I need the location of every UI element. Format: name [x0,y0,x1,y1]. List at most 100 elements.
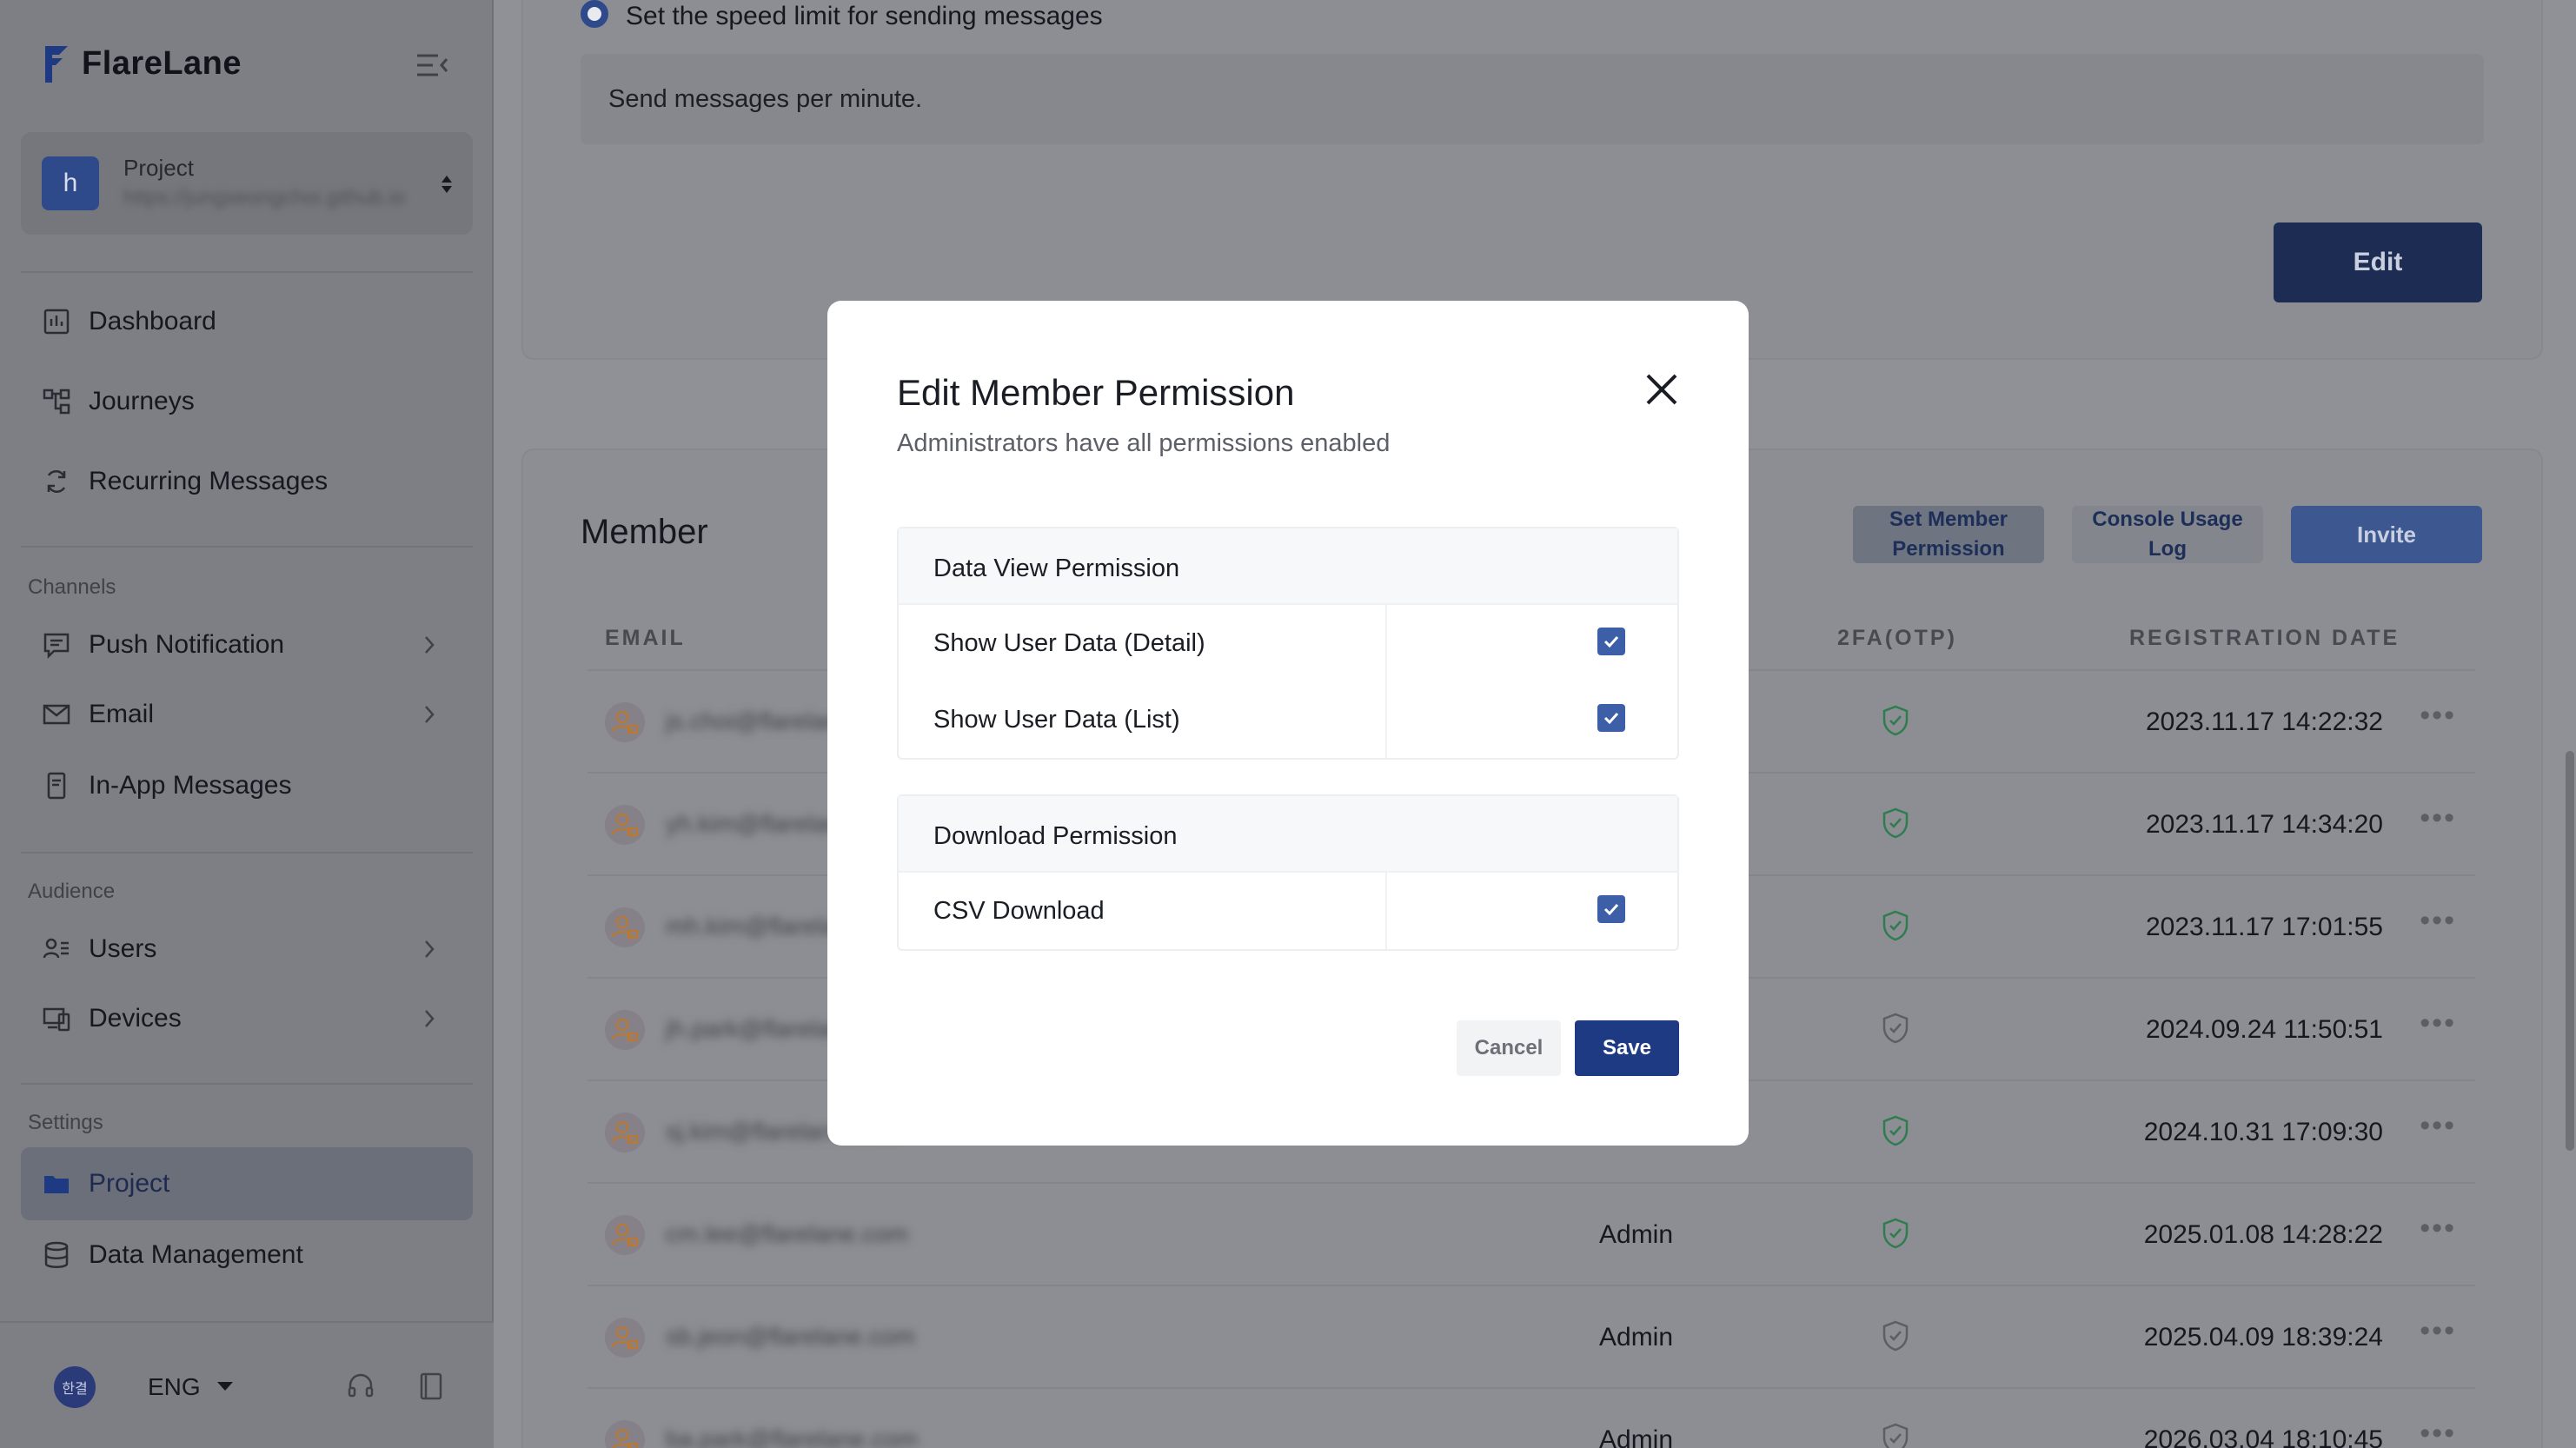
invite-button[interactable]: Invite [2291,506,2482,563]
headset-icon[interactable] [346,1372,375,1401]
column-separator [1385,681,1387,758]
column-header-registration-date: REGISTRATION DATE [2129,626,2400,650]
permission-label: CSV Download [933,897,1105,925]
sidebar-item-label: Recurring Messages [89,467,329,495]
sort-arrows-icon [442,176,452,193]
sidebar-item-label: Push Notification [89,630,285,659]
otp-shield-icon [1882,1013,1909,1044]
sidebar-item-users[interactable]: Users [21,914,473,984]
registration-date: 2023.11.17 14:34:20 [2145,810,2383,839]
user-lock-icon [605,805,645,845]
database-icon [44,1241,69,1268]
modal-title: Edit Member Permission [897,372,1295,413]
permission-row-list: Show User Data (List) [899,681,1677,758]
flarelane-logo-icon [45,45,68,83]
folder-icon [44,1176,69,1193]
show-detail-checkbox[interactable] [1597,628,1625,655]
caret-down-icon[interactable] [217,1382,233,1391]
otp-shield-icon [1882,910,1909,941]
document-icon[interactable] [415,1372,445,1401]
collapse-sidebar-icon[interactable] [415,52,450,78]
sidebar: FlareLane h Project https://jungseongcho… [0,0,494,1448]
divider [21,1083,473,1085]
download-permission-group: Download Permission CSV Download [897,794,1679,951]
project-url: https://jungseongchoi.github.io [123,186,406,209]
language-selector[interactable]: ENG [148,1373,201,1401]
set-member-permission-button[interactable]: Set Member Permission [1853,506,2044,563]
sidebar-item-recurring-messages[interactable]: Recurring Messages [21,447,473,516]
console-usage-log-button[interactable]: Console Usage Log [2072,506,2263,563]
user-lock-icon [605,1318,645,1358]
speed-limit-radio[interactable] [581,0,608,28]
more-options-icon[interactable]: ••• [2420,1109,2456,1143]
edit-button[interactable]: Edit [2274,223,2482,302]
cancel-button[interactable]: Cancel [1457,1020,1561,1076]
member-role: Admin [1599,1323,1674,1352]
speed-limit-input[interactable]: Send messages per minute. [581,54,2484,144]
column-separator [1385,605,1387,681]
sidebar-item-in-app-messages[interactable]: In-App Messages [21,751,473,820]
permission-label: Show User Data (Detail) [933,629,1205,657]
table-row[interactable]: cm.lee@flarelane.com Admin 2025.01.08 14:2… [588,1184,2475,1286]
otp-shield-icon [1882,1320,1909,1352]
otp-shield-icon [1882,1115,1909,1146]
member-email: ba.park@flarelane.com [666,1425,918,1448]
permission-label: Show User Data (List) [933,706,1180,734]
section-label-settings: Settings [28,1111,103,1134]
divider [21,546,473,548]
project-avatar: h [42,156,99,210]
sidebar-item-email[interactable]: Email [21,680,473,749]
close-icon[interactable] [1643,370,1681,408]
registration-date: 2025.01.08 14:28:22 [2143,1220,2383,1249]
chevron-right-icon [425,1010,435,1027]
sidebar-item-label: Email [89,700,155,728]
more-options-icon[interactable]: ••• [2420,1006,2456,1040]
csv-download-checkbox[interactable] [1597,895,1625,923]
show-list-checkbox[interactable] [1597,704,1625,732]
more-options-icon[interactable]: ••• [2420,699,2456,733]
registration-date: 2023.11.17 14:22:32 [2145,707,2383,736]
table-row[interactable]: ba.park@flarelane.com Admin 2026.03.04 18:… [588,1389,2475,1448]
users-icon [43,938,69,959]
project-selector[interactable]: h Project https://jungseongchoi.github.i… [21,132,473,235]
sidebar-item-journeys[interactable]: Journeys [21,367,473,436]
devices-icon [43,1007,70,1032]
dashboard-icon [43,309,70,335]
sidebar-item-devices[interactable]: Devices [21,984,473,1053]
member-role: Admin [1599,1425,1674,1448]
otp-shield-icon [1882,1423,1909,1448]
brand-logo[interactable]: FlareLane [43,45,242,83]
sidebar-item-data-management[interactable]: Data Management [21,1220,473,1290]
save-button[interactable]: Save [1575,1020,1679,1076]
registration-date: 2023.11.17 17:01:55 [2145,913,2383,941]
edit-permission-modal: Edit Member Permission Administrators ha… [827,301,1749,1146]
permission-row-detail: Show User Data (Detail) [899,605,1677,681]
member-email: sb.jeon@flarelane.com [666,1323,915,1350]
chevron-right-icon [425,636,435,654]
permission-group-title: Data View Permission [899,528,1677,605]
speed-limit-label: Set the speed limit for sending messages [626,2,1103,30]
more-options-icon[interactable]: ••• [2420,801,2456,835]
project-label: Project [123,155,194,181]
mobile-message-icon [47,772,66,800]
check-icon [1603,712,1619,725]
table-row[interactable]: sb.jeon@flarelane.com Admin 2025.04.09 18:… [588,1286,2475,1389]
more-options-icon[interactable]: ••• [2420,1417,2456,1448]
permission-group-title: Download Permission [899,796,1677,873]
more-options-icon[interactable]: ••• [2420,1314,2456,1348]
sidebar-item-label: In-App Messages [89,771,292,800]
more-options-icon[interactable]: ••• [2420,904,2456,938]
member-role: Admin [1599,1220,1674,1249]
sidebar-item-dashboard[interactable]: Dashboard [21,287,473,356]
user-lock-icon [605,1113,645,1152]
divider [21,852,473,854]
sidebar-item-label: Devices [89,1004,182,1033]
scrollbar[interactable] [2566,751,2574,1151]
mail-icon [43,704,70,725]
otp-shield-icon [1882,1218,1909,1249]
sidebar-item-project[interactable]: Project [21,1147,473,1220]
message-icon [43,633,70,660]
sidebar-item-push-notification[interactable]: Push Notification [21,610,473,680]
more-options-icon[interactable]: ••• [2420,1212,2456,1245]
permission-row-csv: CSV Download [899,873,1677,949]
